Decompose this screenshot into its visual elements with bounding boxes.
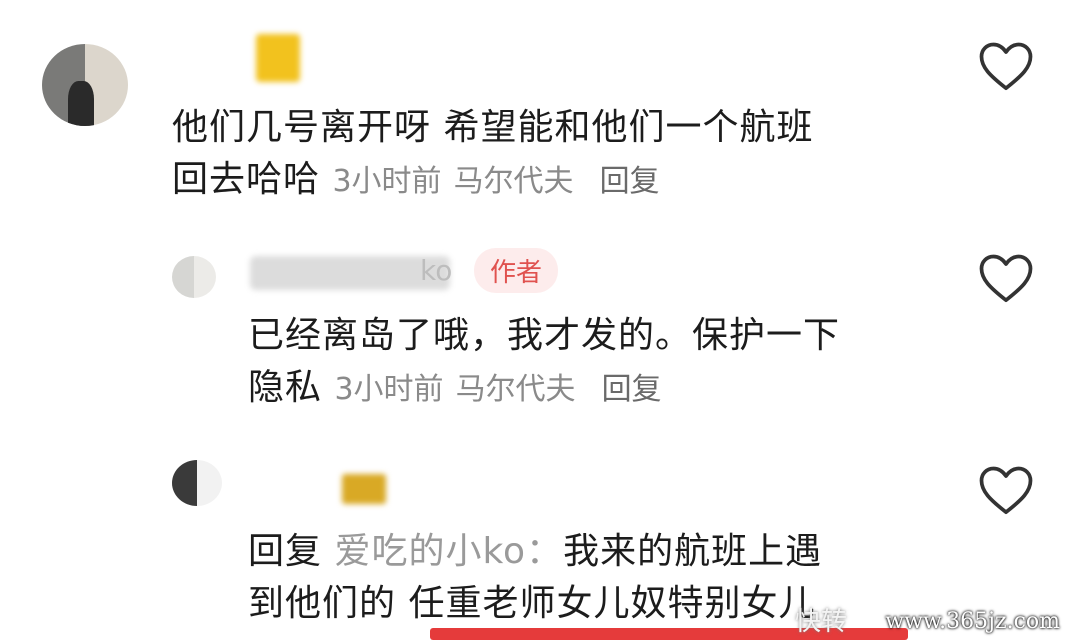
timestamp: 3小时前 <box>332 164 442 199</box>
comment-line: 到他们的 任重老师女儿奴特别女儿 <box>248 583 816 624</box>
comment-line: 隐私 3小时前 马尔代夫 回复 <box>248 362 840 416</box>
reply-prefix: 回复 <box>248 531 323 572</box>
username-blurred[interactable] <box>256 34 300 82</box>
username[interactable]: ko <box>420 254 452 287</box>
avatar[interactable] <box>172 460 222 506</box>
comment-line-rest: 我来的航班上遇 <box>563 531 823 572</box>
author-badge: 作者 <box>474 248 559 293</box>
comment-line-end: 隐私 <box>248 367 323 408</box>
mention-link[interactable]: 爱吃的小ko： <box>334 531 563 572</box>
comment-line: 已经离岛了哦，我才发的。保护一下 <box>248 315 841 356</box>
reply-button[interactable]: 回复 <box>602 372 662 407</box>
location: 马尔代夫 <box>455 372 576 407</box>
comment-text: 回复 爱吃的小ko：我来的航班上遇 到他们的 任重老师女儿奴特别女儿 <box>248 526 822 630</box>
username-blurred[interactable] <box>342 474 386 504</box>
avatar[interactable] <box>42 44 128 126</box>
location: 马尔代夫 <box>453 164 574 199</box>
watermark: www.365jz.com <box>885 609 1060 634</box>
comment-line: 回去哈哈 3小时前 马尔代夫 回复 <box>172 154 813 208</box>
watermark-text: 快转 <box>795 607 848 637</box>
comment-line-end: 回去哈哈 <box>172 159 321 200</box>
reply-button[interactable]: 回复 <box>600 164 660 199</box>
comment-text: 已经离岛了哦，我才发的。保护一下 隐私 3小时前 马尔代夫 回复 <box>248 310 840 416</box>
avatar[interactable] <box>172 256 216 298</box>
like-heart-icon[interactable] <box>978 40 1034 92</box>
comment-line: 回复 爱吃的小ko：我来的航班上遇 <box>248 526 822 578</box>
like-heart-icon[interactable] <box>978 252 1034 304</box>
comment-text: 他们几号离开呀 希望能和他们一个航班 回去哈哈 3小时前 马尔代夫 回复 <box>172 102 813 208</box>
comment-line: 他们几号离开呀 希望能和他们一个航班 <box>172 107 814 148</box>
like-heart-icon[interactable] <box>978 464 1034 516</box>
timestamp: 3小时前 <box>334 372 444 407</box>
